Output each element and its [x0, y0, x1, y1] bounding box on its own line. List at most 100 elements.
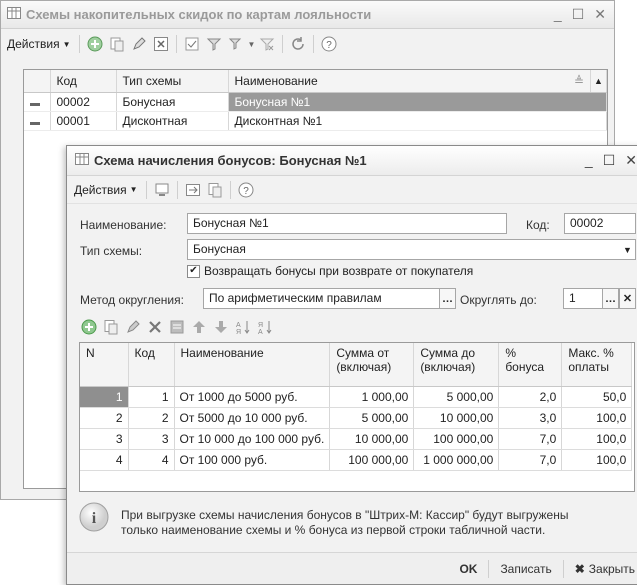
cell-n[interactable]: 2	[80, 407, 129, 429]
ellipsis-button[interactable]: …	[602, 289, 619, 308]
cell-n[interactable]: 4	[80, 449, 129, 471]
window-titlebar[interactable]: Схемы накопительных скидок по картам лоя…	[1, 1, 614, 29]
name-field[interactable]: Бонусная №1	[187, 213, 507, 234]
post-icon[interactable]	[182, 34, 202, 54]
column-header-code[interactable]: Код	[50, 70, 117, 93]
column-header-sum-from[interactable]: Сумма от (включая)	[329, 343, 415, 387]
cell-name[interactable]: От 10 000 до 100 000 руб.	[174, 428, 331, 450]
cell-sum-to[interactable]: 1 000 000,00	[413, 449, 500, 471]
row-marker-icon	[24, 111, 51, 131]
move-up-icon[interactable]	[191, 319, 207, 338]
cell-sum-from[interactable]: 1 000,00	[329, 386, 415, 408]
end-edit-icon[interactable]	[169, 319, 185, 338]
column-header-n[interactable]: N	[80, 343, 129, 387]
maximize-icon[interactable]: ☐	[603, 152, 616, 169]
column-header-max-payment[interactable]: Макс. % оплаты	[561, 343, 633, 387]
close-button[interactable]: ✖ Закрыть	[575, 562, 635, 576]
save-close-icon[interactable]	[152, 180, 172, 200]
structure-icon[interactable]	[183, 180, 203, 200]
column-header-name[interactable]: Наименование	[174, 343, 331, 387]
row-marker-icon	[24, 92, 51, 112]
clear-icon[interactable]: ✕	[619, 289, 635, 308]
cell-max-payment[interactable]: 100,0	[561, 428, 633, 450]
edit-icon[interactable]	[129, 34, 149, 54]
actions-menu-button[interactable]: Действия ▼	[71, 183, 141, 197]
cell-bonus-percent[interactable]: 7,0	[498, 449, 563, 471]
add-row-icon[interactable]	[81, 319, 97, 338]
info-icon: i	[79, 502, 109, 535]
column-header-bonus-percent[interactable]: % бонуса	[498, 343, 563, 387]
close-icon[interactable]: ✕	[594, 6, 606, 23]
cell-sum-from[interactable]: 5 000,00	[329, 407, 415, 429]
table-row[interactable]: 3 3 От 10 000 до 100 000 руб. 10 000,00 …	[80, 428, 633, 450]
scroll-up-icon[interactable]: ▲	[590, 70, 607, 93]
code-field[interactable]: 00002	[564, 213, 636, 234]
delete-mark-icon[interactable]	[151, 34, 171, 54]
cell-name[interactable]: От 100 000 руб.	[174, 449, 331, 471]
scheme-type-select[interactable]: Бонусная ▼	[187, 239, 636, 260]
window-titlebar[interactable]: Схема начисления бонусов: Бонусная №1 _ …	[67, 146, 637, 176]
table-row[interactable]: 00002 Бонусная Бонусная №1	[24, 92, 607, 112]
cell-n[interactable]: 1	[80, 386, 129, 408]
column-header-code[interactable]: Код	[128, 343, 175, 387]
round-to-field[interactable]: 1 … ✕	[563, 288, 636, 309]
delete-row-icon[interactable]	[147, 319, 163, 338]
cell-code: 00001	[50, 111, 117, 131]
cell-code[interactable]: 3	[128, 428, 175, 450]
close-icon[interactable]: ✕	[625, 152, 637, 169]
cell-bonus-percent[interactable]: 2,0	[498, 386, 563, 408]
cell-name[interactable]: От 1000 до 5000 руб.	[174, 386, 331, 408]
copy-icon[interactable]	[205, 180, 225, 200]
cell-sum-to[interactable]: 100 000,00	[413, 428, 500, 450]
rounding-select[interactable]: По арифметическим правилам …	[203, 288, 456, 309]
toolbar: Действия ▼ ?	[67, 176, 637, 204]
actions-menu-button[interactable]: Действия ▼	[4, 37, 74, 51]
chevron-down-icon[interactable]: ▼	[620, 240, 635, 259]
cell-max-payment[interactable]: 50,0	[561, 386, 633, 408]
maximize-icon[interactable]: ☐	[572, 6, 585, 23]
cell-n[interactable]: 3	[80, 428, 129, 450]
return-bonus-option[interactable]: ✔ Возвращать бонусы при возврате от поку…	[187, 264, 473, 278]
cell-sum-from[interactable]: 10 000,00	[329, 428, 415, 450]
column-header-sum-to[interactable]: Сумма до (включая)	[413, 343, 500, 387]
cell-bonus-percent[interactable]: 7,0	[498, 428, 563, 450]
cell-sum-to[interactable]: 5 000,00	[413, 386, 500, 408]
cell-bonus-percent[interactable]: 3,0	[498, 407, 563, 429]
sort-asc-icon[interactable]: АЯ	[235, 319, 251, 338]
cell-sum-to[interactable]: 10 000,00	[413, 407, 500, 429]
filter-list-icon[interactable]	[226, 34, 246, 54]
checkbox-checked-icon[interactable]: ✔	[187, 264, 200, 278]
help-icon[interactable]: ?	[236, 180, 256, 200]
refresh-icon[interactable]	[288, 34, 308, 54]
cell-type: Бонусная	[116, 92, 229, 112]
cell-code[interactable]: 2	[128, 407, 175, 429]
ellipsis-button[interactable]: …	[439, 289, 455, 308]
cell-max-payment[interactable]: 100,0	[561, 407, 633, 429]
help-icon[interactable]: ?	[319, 34, 339, 54]
cell-code[interactable]: 1	[128, 386, 175, 408]
save-button[interactable]: Записать	[500, 562, 551, 576]
column-header-name[interactable]: Наименование ≜	[228, 70, 591, 93]
chevron-down-icon[interactable]: ▼	[248, 40, 256, 49]
copy-icon[interactable]	[107, 34, 127, 54]
cell-max-payment[interactable]: 100,0	[561, 449, 633, 471]
sort-desc-icon[interactable]: ЯА	[257, 319, 273, 338]
table-row[interactable]: 1 1 От 1000 до 5000 руб. 1 000,00 5 000,…	[80, 386, 633, 408]
add-icon[interactable]	[85, 34, 105, 54]
cell-name[interactable]: От 5000 до 10 000 руб.	[174, 407, 331, 429]
filter-icon[interactable]	[204, 34, 224, 54]
table-row[interactable]: 2 2 От 5000 до 10 000 руб. 5 000,00 10 0…	[80, 407, 633, 429]
table-row[interactable]: 4 4 От 100 000 руб. 100 000,00 1 000 000…	[80, 449, 633, 471]
minimize-icon[interactable]: _	[585, 152, 593, 169]
column-header-type[interactable]: Тип схемы	[116, 70, 229, 93]
table-row[interactable]: 00001 Дисконтная Дисконтная №1	[24, 111, 607, 131]
cell-sum-from[interactable]: 100 000,00	[329, 449, 415, 471]
clear-filter-icon[interactable]	[257, 34, 277, 54]
copy-row-icon[interactable]	[103, 319, 119, 338]
minimize-icon[interactable]: _	[554, 6, 562, 23]
ok-button[interactable]: OK	[459, 562, 477, 576]
round-to-label: Округлять до:	[460, 293, 537, 307]
cell-code[interactable]: 4	[128, 449, 175, 471]
move-down-icon[interactable]	[213, 319, 229, 338]
edit-row-icon[interactable]	[125, 319, 141, 338]
